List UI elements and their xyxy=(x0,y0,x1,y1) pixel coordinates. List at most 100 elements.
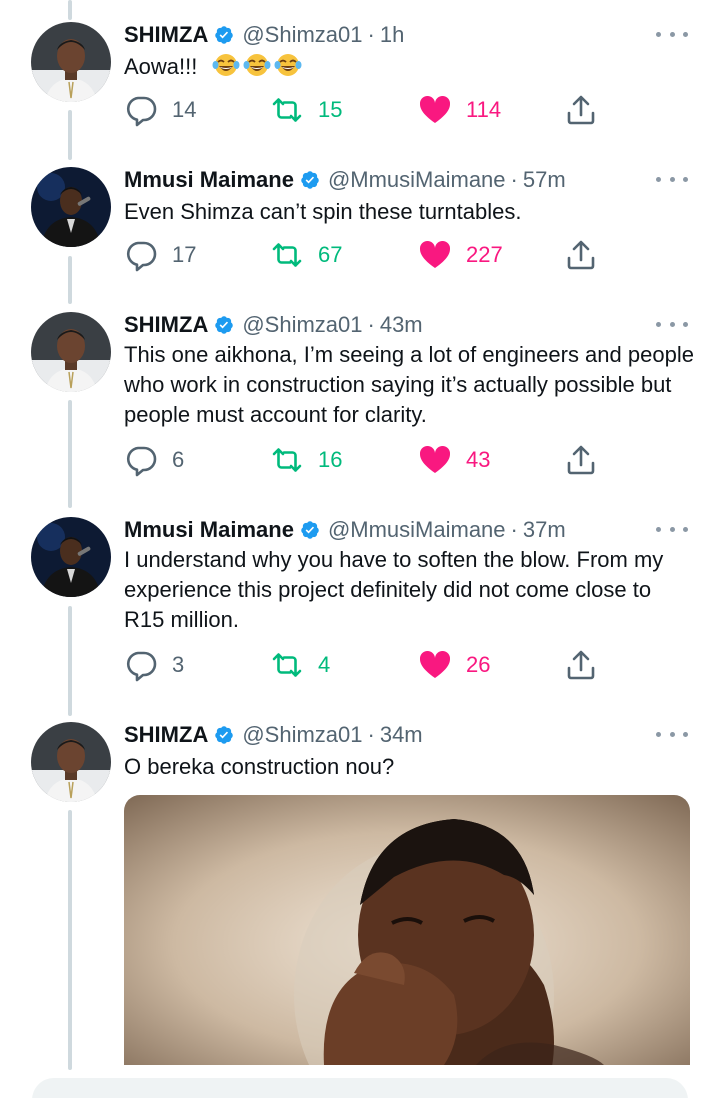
share-button[interactable] xyxy=(564,645,598,685)
reply-button[interactable]: 3 xyxy=(124,645,184,685)
retweet-button[interactable]: 15 xyxy=(270,90,342,130)
tweet-header: Mmusi Maimane @MmusiMaimane · 37m xyxy=(124,515,566,545)
avatar-shimza[interactable] xyxy=(31,22,111,102)
share-button[interactable] xyxy=(564,235,598,275)
separator-dot: · xyxy=(367,22,375,47)
heart-icon xyxy=(418,443,452,477)
author-handle[interactable]: @MmusiMaimane xyxy=(328,517,506,543)
retweet-icon xyxy=(270,238,304,272)
retweet-icon xyxy=(270,443,304,477)
avatar-shimza[interactable] xyxy=(31,722,111,802)
author-handle[interactable]: @Shimza01 xyxy=(242,312,362,338)
verified-badge-icon xyxy=(300,520,320,540)
more-options-icon[interactable] xyxy=(656,318,688,330)
thread-line xyxy=(68,810,72,1070)
verified-badge-icon xyxy=(214,725,234,745)
retweet-icon xyxy=(270,648,304,682)
heart-icon xyxy=(418,648,452,682)
author-handle[interactable]: @Shimza01 xyxy=(242,22,362,48)
author-name[interactable]: Mmusi Maimane xyxy=(124,517,294,543)
share-icon xyxy=(564,238,598,272)
thread-line xyxy=(68,256,72,304)
retweet-count: 4 xyxy=(318,652,331,677)
tweet-actions: 14 15 114 xyxy=(124,90,604,130)
thread-line xyxy=(68,110,72,160)
more-options-icon[interactable] xyxy=(656,28,688,40)
retweet-button[interactable]: 67 xyxy=(270,235,342,275)
like-button[interactable]: 26 xyxy=(418,645,490,685)
author-name[interactable]: Mmusi Maimane xyxy=(124,167,294,193)
retweet-count: 15 xyxy=(318,97,343,122)
reply-button[interactable]: 17 xyxy=(124,235,196,275)
gif-media[interactable] xyxy=(124,795,690,1065)
separator-dot: · xyxy=(367,722,375,747)
avatar-shimza[interactable] xyxy=(31,312,111,392)
retweet-count: 16 xyxy=(318,447,343,472)
reply-count: 3 xyxy=(172,652,185,677)
more-options-icon[interactable] xyxy=(656,173,688,185)
timestamp[interactable]: 37m xyxy=(523,517,566,543)
like-count: 43 xyxy=(466,447,491,472)
reply-count: 17 xyxy=(172,242,197,267)
author-name[interactable]: SHIMZA xyxy=(124,22,208,48)
like-button[interactable]: 43 xyxy=(418,440,490,480)
tweet-header: SHIMZA @Shimza01 · 34m xyxy=(124,720,423,750)
tweet-text: Aowa!!! xyxy=(124,52,694,82)
reply-count: 14 xyxy=(172,97,197,122)
retweet-button[interactable]: 4 xyxy=(270,645,330,685)
share-icon xyxy=(564,443,598,477)
like-button[interactable]: 114 xyxy=(418,90,501,130)
thread-line xyxy=(68,606,72,716)
retweet-icon xyxy=(270,93,304,127)
face-with-tears-of-joy-icon xyxy=(243,52,271,78)
tweet-text: Even Shimza can’t spin these turntables. xyxy=(124,199,522,224)
thread-line xyxy=(68,400,72,508)
face-with-tears-of-joy-icon xyxy=(212,52,240,78)
author-handle[interactable]: @MmusiMaimane xyxy=(328,167,506,193)
verified-badge-icon xyxy=(214,25,234,45)
thread-line xyxy=(68,0,72,20)
separator-dot: · xyxy=(367,312,375,337)
timestamp[interactable]: 43m xyxy=(380,312,423,338)
like-count: 26 xyxy=(466,652,491,677)
separator-dot: · xyxy=(510,517,518,542)
author-name[interactable]: SHIMZA xyxy=(124,312,208,338)
tweet-text: I understand why you have to soften the … xyxy=(124,547,664,632)
share-icon xyxy=(564,93,598,127)
tweet-actions: 3 4 26 xyxy=(124,645,604,685)
tweet-header: Mmusi Maimane @MmusiMaimane · 57m xyxy=(124,165,566,195)
reply-button[interactable]: 6 xyxy=(124,440,184,480)
tweet-actions: 6 16 43 xyxy=(124,440,604,480)
like-count: 227 xyxy=(466,242,503,267)
verified-badge-icon xyxy=(300,170,320,190)
share-button[interactable] xyxy=(564,440,598,480)
timestamp[interactable]: 34m xyxy=(380,722,423,748)
reply-icon xyxy=(124,648,158,682)
retweet-count: 67 xyxy=(318,242,343,267)
heart-icon xyxy=(418,93,452,127)
reply-icon xyxy=(124,238,158,272)
share-button[interactable] xyxy=(564,90,598,130)
tweet-header: SHIMZA @Shimza01 · 1h xyxy=(124,20,404,50)
timestamp[interactable]: 57m xyxy=(523,167,566,193)
timestamp[interactable]: 1h xyxy=(380,22,404,48)
like-button[interactable]: 227 xyxy=(418,235,503,275)
face-with-tears-of-joy-icon xyxy=(274,52,302,78)
avatar-mmusi[interactable] xyxy=(31,167,111,247)
heart-icon xyxy=(418,238,452,272)
tweet-header: SHIMZA @Shimza01 · 43m xyxy=(124,310,423,340)
author-name[interactable]: SHIMZA xyxy=(124,722,208,748)
tweet-text: O bereka construction nou? xyxy=(124,754,395,779)
reply-composer[interactable] xyxy=(32,1078,688,1098)
reply-icon xyxy=(124,443,158,477)
author-handle[interactable]: @Shimza01 xyxy=(242,722,362,748)
retweet-button[interactable]: 16 xyxy=(270,440,342,480)
more-options-icon[interactable] xyxy=(656,523,688,535)
more-options-icon[interactable] xyxy=(656,728,688,740)
separator-dot: · xyxy=(510,167,518,192)
share-icon xyxy=(564,648,598,682)
tweet-text-content: Aowa!!! xyxy=(124,54,198,79)
reply-button[interactable]: 14 xyxy=(124,90,196,130)
tweet-text: This one aikhona, I’m seeing a lot of en… xyxy=(124,342,694,427)
avatar-mmusi[interactable] xyxy=(31,517,111,597)
